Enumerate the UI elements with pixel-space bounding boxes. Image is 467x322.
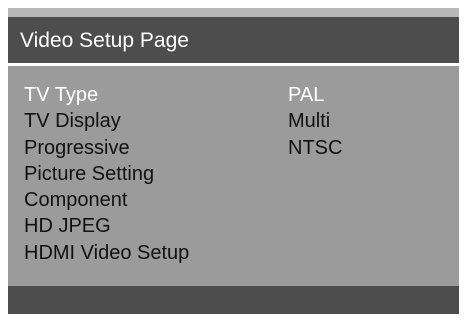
page-title: Video Setup Page <box>20 29 189 52</box>
menu-item-component[interactable]: Component <box>24 187 189 213</box>
option-pal[interactable]: PAL <box>288 82 342 108</box>
footer-bar <box>8 286 459 314</box>
menu-item-hd-jpeg[interactable]: HD JPEG <box>24 213 189 239</box>
tv-type-options-list: PAL Multi NTSC <box>288 82 342 161</box>
menu-item-progressive[interactable]: Progressive <box>24 135 189 161</box>
menu-item-picture-setting[interactable]: Picture Setting <box>24 161 189 187</box>
header-bar: Video Setup Page <box>8 17 459 63</box>
menu-item-tv-type[interactable]: TV Type <box>24 82 189 108</box>
menu-item-tv-display[interactable]: TV Display <box>24 108 189 134</box>
video-setup-panel: Video Setup Page TV Type TV Display Prog… <box>8 8 459 314</box>
option-multi[interactable]: Multi <box>288 108 342 134</box>
header-divider <box>8 63 459 66</box>
option-ntsc[interactable]: NTSC <box>288 135 342 161</box>
setup-menu-list: TV Type TV Display Progressive Picture S… <box>24 82 189 266</box>
top-border <box>8 8 459 17</box>
menu-item-hdmi-video-setup[interactable]: HDMI Video Setup <box>24 240 189 266</box>
